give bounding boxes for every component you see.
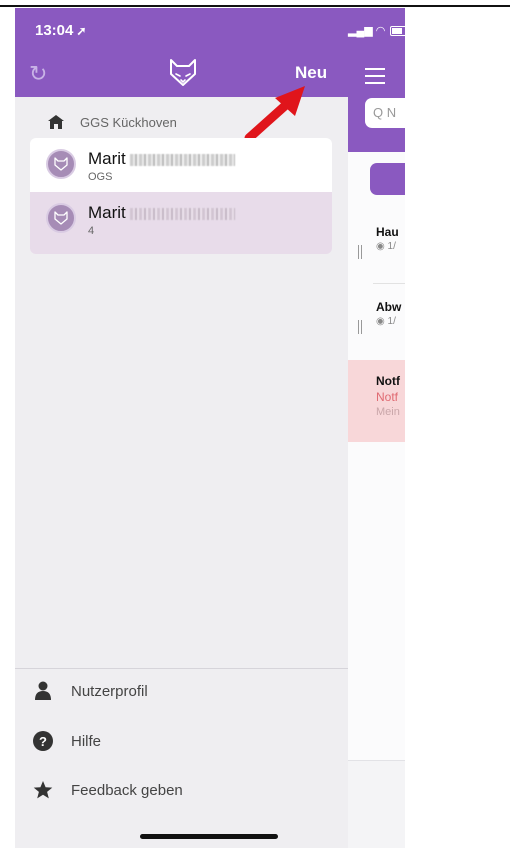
user-icon	[35, 681, 51, 700]
school-house-icon	[48, 115, 64, 129]
contact-name-text: Marit	[88, 149, 126, 168]
filter-button[interactable]	[370, 163, 405, 195]
top-border-line	[0, 5, 510, 7]
home-indicator[interactable]	[140, 834, 278, 839]
refresh-icon[interactable]: ↻	[29, 62, 53, 86]
avatar	[46, 149, 76, 179]
contact-item-selected[interactable]: Marit 4	[30, 192, 332, 254]
menu-label: Nutzerprofil	[71, 682, 148, 700]
redacted-surname	[129, 207, 235, 220]
message-title: Abw	[376, 300, 402, 314]
redacted-surname	[129, 153, 235, 166]
school-name: GGS Kückhoven	[80, 114, 177, 130]
fox-avatar-icon	[54, 157, 68, 171]
annotation-arrow	[244, 86, 305, 143]
search-input[interactable]: Q N	[365, 98, 405, 128]
svg-text:?: ?	[39, 734, 47, 749]
contact-name-text: Marit	[88, 203, 126, 222]
pin-bar	[358, 245, 359, 259]
status-icons: ▂▄▆ ◠	[348, 24, 405, 37]
emergency-message-item[interactable]: Notf Notf Mein	[348, 360, 405, 442]
search-placeholder: Q N	[373, 105, 397, 120]
location-arrow-icon: ➚	[76, 24, 87, 38]
phone-screen: 13:04 ➚ ↻ Neu GGS Kückhoven Marit OGS Ma…	[15, 8, 405, 848]
side-drawer: 13:04 ➚ ↻ Neu GGS Kückhoven Marit OGS Ma…	[15, 8, 348, 848]
alert-title: Notf	[376, 374, 400, 388]
message-meta: ◉ 1/	[376, 241, 396, 252]
main-header: ▂▄▆ ◠ Q N	[348, 8, 405, 152]
wifi-icon: ◠	[375, 25, 386, 37]
drawer-divider	[15, 668, 348, 669]
list-divider	[373, 283, 405, 284]
menu-hamburger-icon[interactable]	[365, 68, 385, 84]
contact-name: Marit	[88, 203, 235, 223]
contact-name: Marit	[88, 149, 235, 169]
alert-subtitle: Notf	[376, 390, 399, 404]
message-meta: ◉ 1/	[376, 316, 396, 327]
menu-help[interactable]: ? Hilfe	[33, 728, 101, 754]
pin-bar	[361, 320, 362, 334]
battery-icon	[390, 26, 405, 37]
menu-feedback[interactable]: Feedback geben	[33, 777, 183, 803]
pin-bar	[361, 245, 362, 259]
school-header: GGS Kückhoven	[48, 112, 177, 132]
menu-user-profile[interactable]: Nutzerprofil	[33, 678, 148, 704]
main-panel: ▂▄▆ ◠ Q N Hau ◉ 1/ Abw ◉ 1/ Notf Notf Me…	[348, 8, 405, 848]
avatar	[46, 203, 76, 233]
contact-subtitle: OGS	[88, 171, 113, 183]
menu-label: Feedback geben	[71, 781, 183, 799]
contact-item[interactable]: Marit OGS	[30, 138, 332, 192]
fox-avatar-icon	[54, 211, 68, 225]
pin-bar	[358, 320, 359, 334]
star-icon	[33, 781, 53, 799]
message-title: Hau	[376, 225, 399, 239]
status-time: 13:04 ➚	[35, 22, 86, 39]
alert-preview: Mein	[376, 406, 400, 418]
help-icon: ?	[33, 731, 53, 751]
signal-icon: ▂▄▆	[348, 25, 373, 37]
main-footer	[348, 760, 405, 848]
menu-label: Hilfe	[71, 732, 102, 750]
status-time-text: 13:04	[35, 22, 74, 39]
fox-logo-icon	[170, 59, 196, 86]
new-button[interactable]: Neu	[295, 63, 327, 83]
contact-subtitle: 4	[88, 225, 95, 237]
